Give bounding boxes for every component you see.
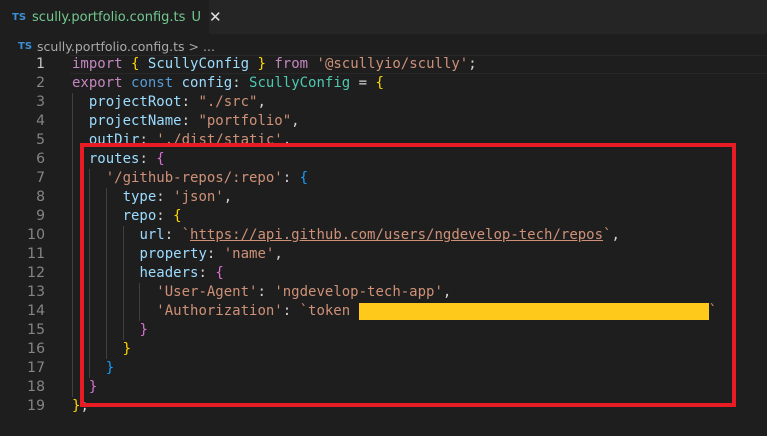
line-number: 8 xyxy=(36,189,45,205)
line-number: 1 xyxy=(36,56,45,72)
code-text: export const config: ScullyConfig = { xyxy=(72,74,384,93)
line-number: 14 xyxy=(27,303,45,319)
line-number: 16 xyxy=(27,341,45,357)
line-number: 18 xyxy=(27,379,45,395)
code-line[interactable]: 2 export const config: ScullyConfig = { xyxy=(0,74,767,93)
code-token: ScullyConfig xyxy=(249,75,351,91)
code-token: export xyxy=(72,75,123,91)
line-number: 17 xyxy=(27,360,45,376)
indent-guide xyxy=(72,226,73,245)
code-token: import xyxy=(72,56,123,72)
line-number: 12 xyxy=(27,265,45,281)
tab-scully-config[interactable]: TS scully.portfolio.config.ts U ✕ xyxy=(0,0,222,34)
indent-guide xyxy=(72,321,73,340)
code-line[interactable]: 4 projectName: "portfolio", xyxy=(0,112,767,131)
indent-guide xyxy=(72,131,73,150)
code-token: , xyxy=(257,94,266,110)
code-token: = xyxy=(350,75,376,91)
tab-bar: TS scully.portfolio.config.ts U ✕ xyxy=(0,0,767,34)
code-text: projectRoot: "./src", xyxy=(89,93,266,112)
code-token: const xyxy=(131,75,174,91)
code-token: : xyxy=(181,113,199,129)
line-number: 15 xyxy=(27,322,45,338)
indent-guide xyxy=(72,112,73,131)
code-token: : xyxy=(181,94,199,110)
breadcrumb-file[interactable]: scully.portfolio.config.ts xyxy=(37,39,185,54)
code-token: '@scullyio/scully' xyxy=(316,56,469,72)
line-number: 19 xyxy=(27,398,45,414)
code-token: ; xyxy=(468,56,477,72)
line-number: 3 xyxy=(36,94,45,110)
breadcrumb: TS scully.portfolio.config.ts > ... xyxy=(0,36,215,56)
line-number: 4 xyxy=(36,113,45,129)
indent-guide xyxy=(72,207,73,226)
code-token: { xyxy=(375,75,384,91)
code-token: projectRoot xyxy=(88,94,182,110)
code-token: from xyxy=(274,56,309,72)
indent-guide xyxy=(72,264,73,283)
indent-guide xyxy=(72,283,73,302)
indent-guide xyxy=(72,188,73,207)
breadcrumb-more[interactable]: ... xyxy=(203,39,215,54)
line-number: 2 xyxy=(36,75,45,91)
chevron-right-icon: > xyxy=(188,38,200,54)
indent-guide xyxy=(72,340,73,359)
indent-guide xyxy=(72,150,73,169)
code-token: ScullyConfig xyxy=(147,56,250,72)
code-token: "./src" xyxy=(198,94,258,110)
code-token: projectName xyxy=(88,113,182,129)
code-token: } xyxy=(257,56,266,72)
indent-guide xyxy=(72,302,73,321)
line-number: 9 xyxy=(36,208,45,224)
line-number: 13 xyxy=(27,284,45,300)
typescript-file-icon: TS xyxy=(12,11,27,23)
line-number: 11 xyxy=(27,246,45,262)
indent-guide xyxy=(72,93,73,112)
code-token: : xyxy=(232,75,250,91)
code-token: "portfolio" xyxy=(198,113,292,129)
line-number: 5 xyxy=(36,132,45,148)
code-token: , xyxy=(291,113,300,129)
tab-filename: scully.portfolio.config.ts xyxy=(32,9,186,25)
code-line[interactable]: 1 import { ScullyConfig } from '@scullyio… xyxy=(0,55,767,74)
code-token: config xyxy=(181,75,233,91)
code-line[interactable]: 3 projectRoot: "./src", xyxy=(0,93,767,112)
line-number: 6 xyxy=(36,151,45,167)
indent-guide xyxy=(72,359,73,378)
indent-guide xyxy=(72,245,73,264)
typescript-file-icon: TS xyxy=(18,40,33,52)
untracked-badge: U xyxy=(191,9,201,25)
indent-guide xyxy=(72,169,73,188)
code-text: import { ScullyConfig } from '@scullyio/… xyxy=(72,55,477,74)
code-text: projectName: "portfolio", xyxy=(89,112,300,131)
line-number: 10 xyxy=(27,227,45,243)
line-number: 7 xyxy=(36,170,45,186)
highlight-annotation-box xyxy=(80,143,736,407)
close-icon[interactable]: ✕ xyxy=(209,8,222,26)
indent-guide xyxy=(72,378,73,397)
